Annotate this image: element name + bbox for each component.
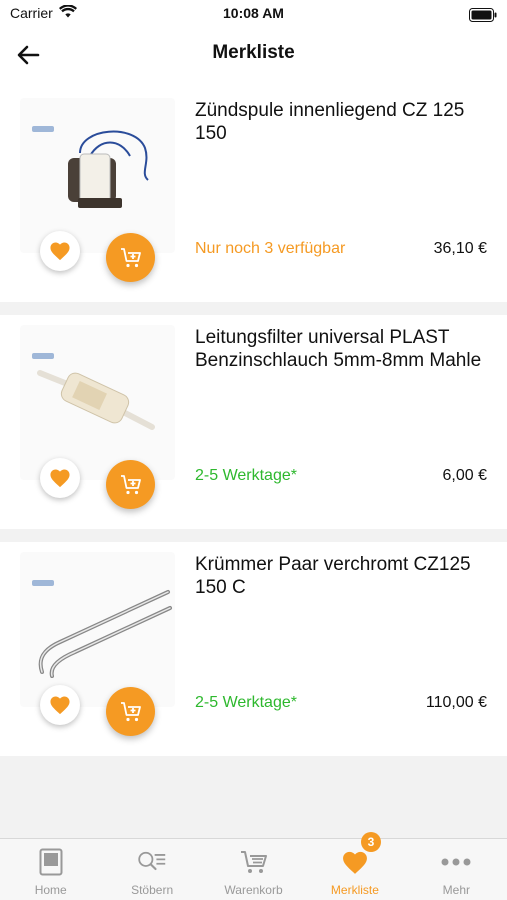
product-name[interactable]: Krümmer Paar verchromt CZ125 150 C: [195, 553, 490, 599]
product-name[interactable]: Leitungsfilter universal PLAST Benzinsch…: [195, 326, 490, 372]
heart-icon: [50, 696, 70, 715]
heart-icon: [50, 469, 70, 488]
add-to-cart-button[interactable]: [106, 460, 155, 509]
product-image[interactable]: [20, 325, 175, 480]
product-name[interactable]: Zündspule innenliegend CZ 125 150: [195, 99, 490, 145]
favorite-button[interactable]: [40, 231, 80, 271]
cart-add-icon: [120, 247, 141, 267]
list-item[interactable]: Zündspule innenliegend CZ 125 150 Nur no…: [0, 88, 507, 302]
list-item[interactable]: Krümmer Paar verchromt CZ125 150 C 2-5 W…: [0, 542, 507, 756]
availability-label: 2-5 Werktage*: [195, 467, 297, 484]
status-bar: Carrier 10:08 AM: [0, 0, 507, 30]
nav-bar: Merkliste: [0, 30, 507, 88]
heart-icon: [340, 847, 370, 877]
tab-wishlist[interactable]: 3 Merkliste: [304, 832, 405, 900]
shop-logo: [32, 353, 54, 359]
availability-label: 2-5 Werktage*: [195, 694, 297, 711]
product-price: 6,00 €: [442, 467, 487, 484]
fuel-filter-image: [37, 370, 155, 430]
shop-logo: [32, 580, 54, 586]
tab-cart[interactable]: Warenkorb: [203, 839, 304, 900]
cart-icon: [239, 847, 269, 877]
product-price: 110,00 €: [425, 694, 487, 711]
product-image[interactable]: [20, 552, 175, 707]
product-price: 36,10 €: [433, 240, 487, 257]
tab-label: Stöbern: [131, 883, 174, 897]
wishlist-count-badge: 3: [361, 832, 381, 852]
tab-label: Mehr: [442, 883, 470, 897]
tab-label: Home: [34, 883, 67, 897]
tab-label: Merkliste: [330, 883, 379, 897]
favorite-button[interactable]: [40, 458, 80, 498]
favorite-button[interactable]: [40, 685, 80, 725]
tab-home[interactable]: Home: [0, 839, 101, 900]
page-title: Merkliste: [212, 42, 295, 63]
tab-label: Warenkorb: [224, 883, 283, 897]
tab-bar: Home Stöbern Warenkorb 3 Merkliste Mehr: [0, 832, 507, 900]
battery-icon: [469, 8, 497, 25]
add-to-cart-button[interactable]: [106, 233, 155, 282]
ignition-coil-image: [68, 130, 149, 208]
browse-icon: [137, 847, 167, 877]
availability-label: Nur noch 3 verfügbar: [195, 240, 346, 257]
product-image[interactable]: [20, 98, 175, 253]
cart-add-icon: [120, 701, 141, 721]
exhaust-pipes-image: [38, 590, 172, 678]
tab-more[interactable]: Mehr: [406, 839, 507, 900]
clock: 10:08 AM: [223, 5, 284, 21]
shop-logo: [32, 126, 54, 132]
cart-add-icon: [120, 474, 141, 494]
home-icon: [36, 847, 66, 877]
wishlist: Zündspule innenliegend CZ 125 150 Nur no…: [0, 88, 507, 769]
add-to-cart-button[interactable]: [106, 687, 155, 736]
tab-browse[interactable]: Stöbern: [101, 839, 202, 900]
list-item[interactable]: Leitungsfilter universal PLAST Benzinsch…: [0, 315, 507, 529]
more-icon: [441, 847, 471, 877]
heart-icon: [50, 242, 70, 261]
